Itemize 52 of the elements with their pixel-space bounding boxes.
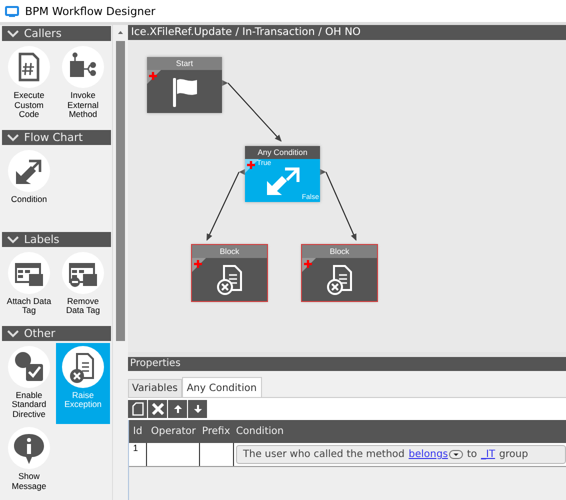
close-icon xyxy=(152,403,164,415)
tab[interactable]: Variables xyxy=(128,379,182,397)
palette-item[interactable]: Execute Custom Code xyxy=(2,43,56,124)
column-header[interactable]: Id xyxy=(129,426,147,437)
palette-item[interactable]: Show Message xyxy=(2,424,56,496)
table-cell: 1 xyxy=(129,443,147,466)
plus-icon[interactable] xyxy=(149,72,157,80)
diagonal-arrows-icon xyxy=(264,164,300,196)
palette-item[interactable]: Remove Data Tag xyxy=(56,248,110,320)
palette-item[interactable]: Invoke External Method xyxy=(56,43,110,124)
move-down-button[interactable] xyxy=(188,400,207,418)
section-header[interactable]: Flow Chart xyxy=(2,130,111,144)
column-header[interactable]: Prefix xyxy=(200,426,234,437)
flag-icon xyxy=(170,76,198,106)
palette-item[interactable]: Condition xyxy=(2,146,56,226)
chevron-down-icon xyxy=(7,328,19,338)
condition-text: The user who called the method xyxy=(243,449,405,460)
section-header[interactable]: Other xyxy=(2,326,111,340)
move-up-button[interactable] xyxy=(168,400,187,418)
plus-icon[interactable] xyxy=(304,260,312,268)
arrow-up-icon xyxy=(172,404,182,414)
chevron-down-icon xyxy=(7,132,19,142)
arrow-down-icon xyxy=(192,404,202,414)
delete-button[interactable] xyxy=(148,400,167,418)
condition-text: to xyxy=(466,449,477,460)
page-icon xyxy=(132,402,144,416)
connector-arrow xyxy=(222,80,282,142)
connector-arrow xyxy=(206,169,245,241)
column-header[interactable]: Condition xyxy=(234,426,566,437)
condition-link[interactable]: _IT xyxy=(481,449,496,460)
app-icon xyxy=(5,6,19,16)
condition-field[interactable]: The user who called the method belongs to _IT group xyxy=(236,445,566,464)
condition-link[interactable]: belongs xyxy=(408,449,448,460)
connector-arrow xyxy=(320,169,356,241)
column-header[interactable]: Operator xyxy=(147,426,200,437)
section-header[interactable]: Labels xyxy=(2,232,111,246)
section-header[interactable]: Callers xyxy=(2,26,111,41)
plus-icon[interactable] xyxy=(194,260,202,268)
document-error-icon xyxy=(326,264,354,294)
chevron-down-icon xyxy=(7,29,19,38)
window-title: BPM Workflow Designer xyxy=(25,4,156,18)
palette-item[interactable]: Attach Data Tag xyxy=(2,248,56,320)
new-button[interactable] xyxy=(128,400,147,418)
scrollbar[interactable] xyxy=(112,25,128,500)
panel-title: Properties xyxy=(128,357,566,371)
chevron-down-icon xyxy=(7,234,19,244)
breadcrumb-bar: Ice.XFileRef.Update / In-Transaction / OH NO xyxy=(128,25,566,40)
document-error-icon xyxy=(216,264,244,294)
dropdown-icon[interactable] xyxy=(448,450,463,459)
tab[interactable]: Any Condition xyxy=(182,377,262,397)
palette-item[interactable]: Enable Standard Directive xyxy=(2,342,56,424)
condition-text: group xyxy=(499,449,528,460)
